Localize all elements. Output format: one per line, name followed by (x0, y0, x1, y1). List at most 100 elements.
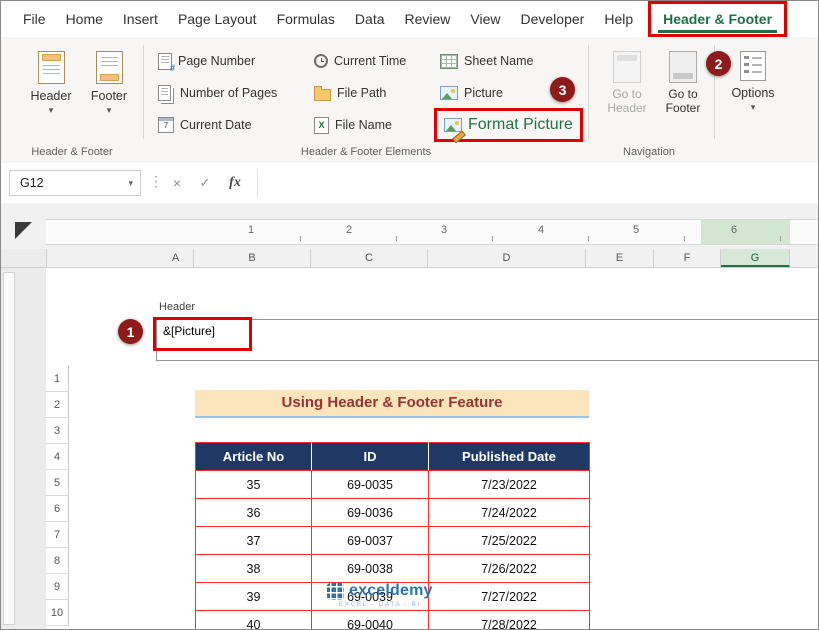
cell[interactable]: 7/28/2022 (428, 610, 590, 629)
table-header-published-date[interactable]: Published Date (428, 442, 590, 471)
cell[interactable]: 7/24/2022 (428, 498, 590, 527)
group-navigation: Go to Header Go to Footer Options ▾ Navi… (589, 37, 818, 163)
current-time-label: Current Time (334, 54, 407, 68)
worksheet-title[interactable]: Using Header & Footer Feature (195, 390, 589, 418)
ruler-tick: 5 (632, 224, 640, 236)
column-header-g-selected[interactable]: G (721, 249, 790, 267)
ruler-tick: 2 (345, 224, 353, 236)
row-header-8[interactable]: 8 (46, 548, 69, 574)
cell[interactable]: 38 (195, 554, 312, 583)
cell[interactable]: 7/26/2022 (428, 554, 590, 583)
name-box-chevron-icon[interactable]: ▾ (128, 171, 133, 195)
tab-developer[interactable]: Developer (511, 1, 595, 37)
format-picture-button[interactable]: Format Picture (444, 116, 573, 144)
number-of-pages-label: Number of Pages (180, 86, 278, 100)
cell[interactable]: 7/23/2022 (428, 470, 590, 499)
page-header-label: Header (159, 301, 196, 313)
ruler-minor-tick (396, 236, 397, 241)
go-to-header-button[interactable]: Go to Header (599, 41, 655, 139)
resize-handle-dots-icon: ⋮ (149, 173, 163, 189)
tab-help[interactable]: Help (594, 1, 643, 37)
picture-button[interactable]: Picture (440, 79, 503, 107)
tab-view[interactable]: View (460, 1, 510, 37)
enter-button[interactable]: ✓ (193, 171, 217, 195)
tab-file[interactable]: File (13, 1, 56, 37)
sheet-name-button[interactable]: Sheet Name (440, 47, 533, 75)
column-header-d[interactable]: D (428, 249, 586, 267)
file-name-button[interactable]: File Name (314, 111, 392, 139)
ruler-selected-range (701, 220, 790, 244)
row-header-7[interactable]: 7 (46, 522, 69, 548)
worksheet: 1 2 3 4 5 6 7 8 9 10 Header &[Picture] 1… (1, 268, 818, 629)
tab-review[interactable]: Review (395, 1, 461, 37)
table-header-article-no[interactable]: Article No (195, 442, 312, 471)
picture-label: Picture (464, 86, 503, 100)
chevron-down-icon: ▾ (48, 105, 54, 115)
row-header-10[interactable]: 10 (46, 600, 69, 626)
cell[interactable]: 7/25/2022 (428, 526, 590, 555)
page-header-cell-right[interactable] (613, 319, 818, 361)
file-name-label: File Name (335, 118, 392, 132)
cell[interactable]: 69-0035 (311, 470, 429, 499)
row-header-4[interactable]: 4 (46, 444, 69, 470)
footer-button[interactable]: Footer ▾ (81, 41, 137, 139)
cancel-button[interactable]: × (165, 171, 189, 195)
table-header-id[interactable]: ID (311, 442, 429, 471)
current-date-label: Current Date (180, 118, 252, 132)
page-header-cell-center[interactable] (386, 319, 614, 361)
table-row: 36 69-0036 7/24/2022 (195, 498, 590, 527)
header-button[interactable]: Header ▾ (23, 41, 79, 139)
column-header-e[interactable]: E (586, 249, 654, 267)
ruler-minor-tick (588, 236, 589, 241)
tab-formulas[interactable]: Formulas (267, 1, 345, 37)
file-path-label: File Path (337, 86, 387, 100)
go-to-header-label: Go to Header (607, 87, 647, 115)
tab-page-layout[interactable]: Page Layout (168, 1, 267, 37)
ribbon: Header ▾ Footer ▾ Header & Footer Page N… (1, 37, 818, 164)
number-of-pages-button[interactable]: Number of Pages (158, 79, 277, 107)
column-header-b[interactable]: B (194, 249, 311, 267)
cell[interactable]: 69-0036 (311, 498, 429, 527)
row-header-2[interactable]: 2 (46, 392, 69, 418)
cell[interactable]: 35 (195, 470, 312, 499)
cell[interactable]: 39 (195, 582, 312, 611)
picture-icon (440, 86, 458, 100)
cell[interactable]: 69-0037 (311, 526, 429, 555)
go-to-footer-button[interactable]: Go to Footer (655, 41, 711, 139)
tab-header-footer[interactable]: Header & Footer (663, 11, 772, 27)
cell[interactable]: 69-0038 (311, 554, 429, 583)
tab-data[interactable]: Data (345, 1, 395, 37)
ruler-minor-tick (300, 236, 301, 241)
page-number-button[interactable]: Page Number (158, 47, 255, 75)
cell[interactable]: 7/27/2022 (428, 582, 590, 611)
formula-input[interactable] (259, 163, 818, 203)
row-header-1[interactable]: 1 (46, 366, 69, 392)
table-header-row: Article No ID Published Date (195, 442, 590, 471)
cell[interactable]: 40 (195, 610, 312, 629)
go-to-footer-label: Go to Footer (665, 87, 701, 115)
row-header-5[interactable]: 5 (46, 470, 69, 496)
column-header-a[interactable]: A (158, 249, 194, 267)
cell[interactable]: 69-0040 (311, 610, 429, 629)
cell[interactable]: 36 (195, 498, 312, 527)
current-time-button[interactable]: Current Time (314, 47, 406, 75)
current-date-button[interactable]: Current Date (158, 111, 252, 139)
file-path-button[interactable]: File Path (314, 79, 386, 107)
row-header-9[interactable]: 9 (46, 574, 69, 600)
name-box[interactable]: G12 ▾ (9, 170, 141, 196)
column-header-c[interactable]: C (311, 249, 428, 267)
insert-function-button[interactable]: fx (223, 171, 247, 195)
chevron-down-icon: ▾ (750, 102, 756, 112)
group-hf-elements: Page Number Number of Pages Current Date… (144, 37, 588, 163)
group-label-hf-elements: Header & Footer Elements (300, 146, 432, 158)
page-number-icon (158, 52, 175, 73)
column-header-f[interactable]: F (654, 249, 721, 267)
tab-insert[interactable]: Insert (113, 1, 168, 37)
options-button[interactable]: Options ▾ (723, 41, 783, 139)
row-header-6[interactable]: 6 (46, 496, 69, 522)
tab-home[interactable]: Home (56, 1, 113, 37)
row-header-3[interactable]: 3 (46, 418, 69, 444)
cell[interactable]: 69-0039 (311, 582, 429, 611)
format-picture-icon (444, 118, 466, 144)
cell[interactable]: 37 (195, 526, 312, 555)
